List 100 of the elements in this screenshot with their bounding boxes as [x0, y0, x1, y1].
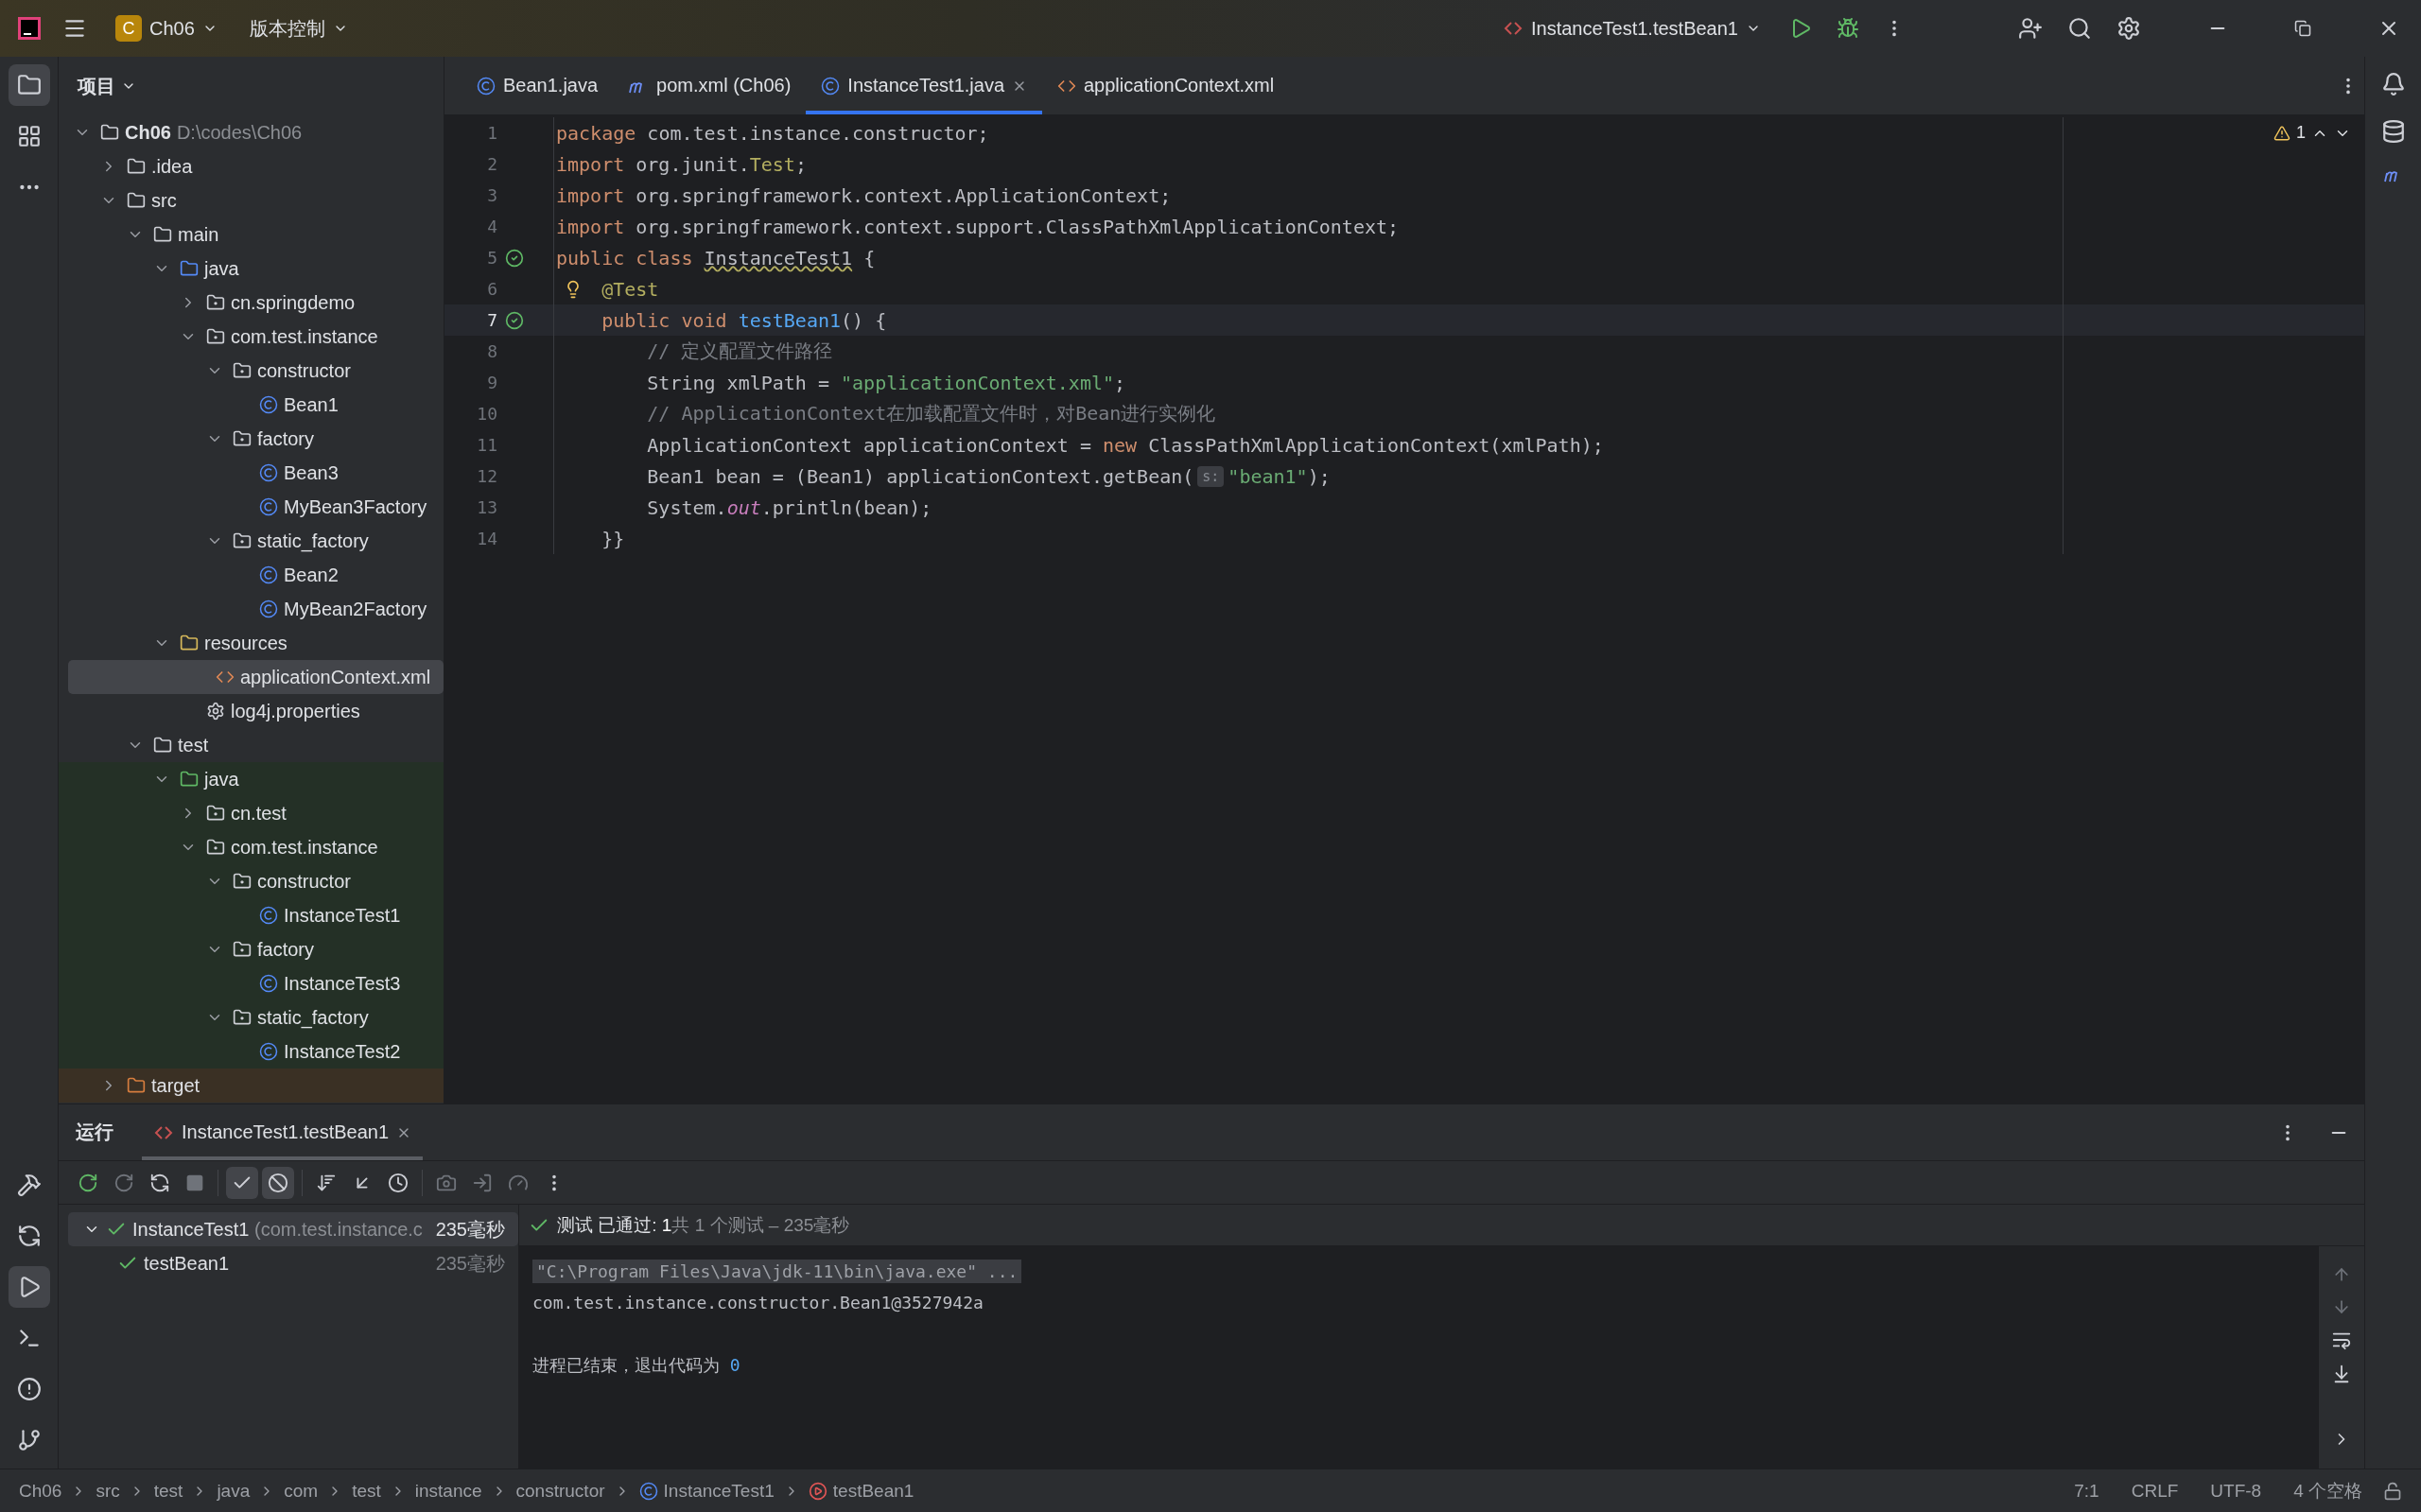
tree-item[interactable]: constructor — [59, 864, 444, 898]
code-brackets-icon — [1502, 20, 1524, 37]
tree-item[interactable]: MyBean3Factory — [59, 490, 444, 524]
run-configuration[interactable]: InstanceTest1.testBean1 — [1492, 11, 1770, 45]
package-icon — [206, 838, 225, 857]
tree-item[interactable]: static_factory — [59, 524, 444, 558]
line-number: 6 — [486, 279, 497, 299]
code-line: System.out.println(bean); — [646, 495, 932, 519]
tree-item[interactable]: com.test.instance — [59, 320, 444, 354]
package-icon — [233, 531, 252, 550]
folder-icon — [153, 225, 172, 244]
vcs-menu[interactable]: 版本控制 — [239, 9, 357, 47]
tree-item[interactable]: constructor — [59, 354, 444, 388]
tree-item[interactable]: MyBean2Factory — [59, 592, 444, 626]
run-icon[interactable] — [8, 1266, 50, 1308]
class-icon — [259, 463, 278, 482]
package-icon — [206, 804, 225, 823]
code-line: public class InstanceTest1 { — [556, 246, 876, 269]
status-item[interactable]: UTF-8 — [2199, 1480, 2273, 1502]
project-path: D:\codes\Ch06 — [176, 121, 303, 144]
tree-item[interactable]: com.test.instance — [59, 830, 444, 864]
run-tab[interactable]: InstanceTest1.testBean1 — [142, 1104, 424, 1160]
line-number: 10 — [476, 404, 497, 424]
show-passed-icon[interactable] — [226, 1166, 258, 1199]
code-line: Bean1 bean = (Bean1) applicationContext.getBean( s: "bean1"); — [646, 464, 1331, 488]
tree-item[interactable]: cn.springdemo — [59, 286, 444, 320]
test-item[interactable]: InstanceTest1 (com.test.instance.c 235毫秒 — [68, 1212, 518, 1246]
folder-icon[interactable] — [8, 64, 50, 106]
code-line: package com.test.instance.constructor; — [556, 121, 989, 145]
package-icon — [233, 940, 252, 959]
class-icon — [259, 395, 278, 414]
breadcrumb[interactable]: java — [217, 1480, 251, 1502]
breadcrumb[interactable]: src — [96, 1480, 120, 1502]
code-line: }} — [601, 527, 625, 550]
tree-item[interactable]: applicationContext.xml — [68, 660, 444, 694]
editor-tab[interactable]: InstanceTest1.java — [806, 57, 1042, 114]
package-icon — [233, 429, 252, 448]
lock-icon[interactable] — [2383, 1481, 2402, 1501]
tree-item[interactable]: resources — [59, 626, 444, 660]
tree-item[interactable]: InstanceTest1 — [59, 898, 444, 932]
tree-item[interactable]: java — [59, 762, 444, 796]
folder-icon — [127, 157, 146, 176]
test-item[interactable]: testBean1 235毫秒 — [68, 1246, 518, 1280]
status-item[interactable]: 4 个空格 — [2282, 1478, 2374, 1503]
tree-item[interactable]: Bean2 — [59, 558, 444, 592]
code-line: public void testBean1() { — [601, 308, 887, 332]
folder-icon — [180, 634, 199, 652]
breadcrumb[interactable]: testBean1 — [808, 1480, 914, 1502]
tree-item[interactable]: java — [59, 252, 444, 286]
tree-item[interactable]: target — [59, 1069, 444, 1103]
test-time: 235毫秒 — [435, 1251, 505, 1276]
tree-item[interactable]: cn.test — [59, 796, 444, 830]
breadcrumb[interactable]: Ch06 — [19, 1480, 62, 1502]
tree-item[interactable]: static_factory — [59, 1000, 444, 1034]
tree-item[interactable]: factory — [59, 422, 444, 456]
tree-item[interactable]: factory — [59, 932, 444, 966]
breadcrumb[interactable]: constructor — [515, 1480, 605, 1502]
status-item[interactable]: CRLF — [2119, 1480, 2190, 1502]
breadcrumb[interactable]: test — [153, 1480, 183, 1502]
tree-item[interactable]: InstanceTest2 — [59, 1034, 444, 1069]
package-icon — [233, 1008, 252, 1027]
tree-item[interactable]: main — [59, 217, 444, 252]
class-icon — [821, 76, 841, 96]
show-ignored-icon[interactable] — [262, 1166, 294, 1199]
tree-item[interactable]: Bean1 — [59, 388, 444, 422]
run-test-icon[interactable] — [505, 248, 524, 268]
class-icon — [259, 974, 278, 993]
app-logo — [15, 14, 44, 43]
line-number: 14 — [476, 529, 497, 548]
package-icon — [206, 293, 225, 312]
breadcrumb[interactable]: instance — [414, 1480, 482, 1502]
project-selector[interactable]: C Ch06 — [106, 9, 227, 47]
line-number: 11 — [476, 435, 497, 455]
class-icon — [259, 565, 278, 584]
tree-item[interactable]: log4j.properties — [59, 694, 444, 728]
editor-tab[interactable]: applicationContext.xml — [1042, 57, 1290, 114]
class-icon — [259, 906, 278, 925]
tree-item[interactable]: .idea — [59, 149, 444, 183]
editor-tab[interactable]: Bean1.java — [462, 57, 614, 114]
warning-count[interactable]: 1 — [2296, 123, 2306, 143]
tree-item[interactable]: src — [59, 183, 444, 217]
tree-item[interactable]: test — [59, 728, 444, 762]
editor-tab[interactable]: pom.xml (Ch06) — [613, 57, 807, 114]
breadcrumb[interactable]: test — [352, 1480, 381, 1502]
breadcrumb[interactable]: com — [284, 1480, 319, 1502]
folder-icon — [153, 736, 172, 755]
run-test-icon[interactable] — [505, 310, 524, 330]
line-number: 5 — [486, 248, 497, 268]
line-number: 4 — [486, 217, 497, 236]
project-badge: C — [115, 15, 142, 42]
line-number: 7 — [486, 310, 497, 330]
code-line: import org.springframework.context.ApplicationContext; — [556, 183, 1172, 207]
tree-item[interactable]: InstanceTest3 — [59, 966, 444, 1000]
status-item[interactable]: 7:1 — [2063, 1480, 2111, 1502]
code-brackets-icon — [153, 1123, 174, 1141]
panel-title[interactable]: 项目 — [78, 73, 115, 99]
code-line: @Test — [556, 277, 659, 301]
tree-item[interactable]: Ch06 D:\codes\Ch06 — [59, 115, 444, 149]
breadcrumb[interactable]: InstanceTest1 — [638, 1480, 775, 1502]
tree-item[interactable]: Bean3 — [59, 456, 444, 490]
